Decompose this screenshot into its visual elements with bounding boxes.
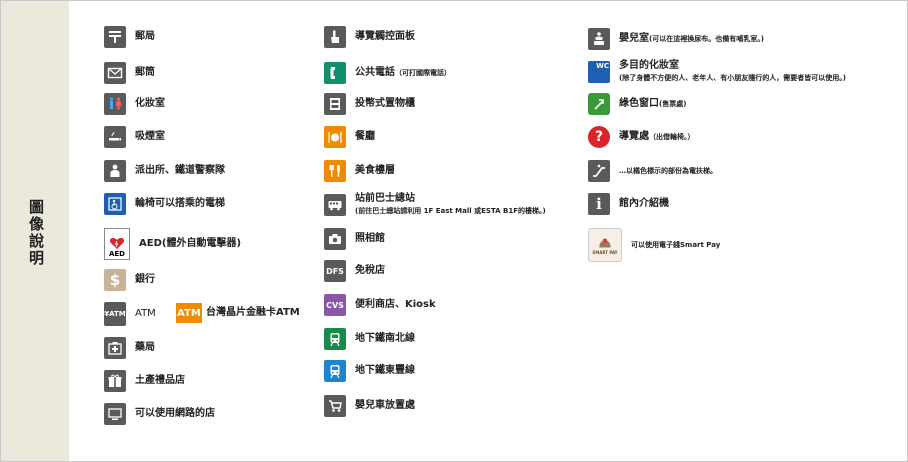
accessible-elevator-icon — [104, 193, 126, 215]
baby-room-icon — [588, 28, 610, 50]
legend-item-atm: ¥ATM ATM — [104, 302, 156, 326]
touch-panel-icon — [324, 26, 346, 48]
legend-item-souvenir: 土產禮品店 — [104, 370, 185, 392]
legend-item-baby-room: 嬰兒室(可以在這裡換尿布。也備有哺乳室。) — [588, 28, 764, 50]
legend-label: ATM — [135, 308, 156, 319]
legend-label: 台灣晶片金融卡ATM — [206, 307, 300, 318]
locker-icon — [324, 93, 346, 115]
legend-label: 投幣式置物櫃 — [355, 98, 415, 109]
legend-item-convenience-store: CVS 便利商店、Kiosk — [324, 294, 436, 316]
legend-item-smoking: 吸煙室 — [104, 126, 165, 148]
mail-icon — [104, 62, 126, 84]
legend-label: 美食樓層 — [355, 165, 395, 176]
legend-item-pharmacy: 藥局 — [104, 337, 155, 359]
legend-label: …以橘色標示的部份為電扶梯。 — [619, 167, 717, 175]
restaurant-icon — [324, 126, 346, 148]
legend-item-taiwan-atm: ATM 台灣晶片金融卡ATM — [176, 303, 300, 323]
legend-item-mailbox: 郵筒 — [104, 62, 155, 84]
legend-label: 派出所、鐵道警察隊 — [135, 165, 225, 176]
phone-icon — [324, 62, 346, 84]
legend-item-post-office: 郵局 — [104, 26, 155, 48]
restroom-icon — [104, 93, 126, 115]
info-icon: i — [588, 193, 610, 215]
help-icon: ? — [588, 126, 610, 148]
legend-label: 地下鐵南北線 — [355, 333, 415, 344]
computer-icon — [104, 403, 126, 425]
legend-label: 免稅店 — [355, 265, 385, 276]
smoking-icon — [104, 126, 126, 148]
legend-label: 照相館 — [355, 233, 385, 244]
legend-panel: 圖像說明 郵局 郵筒 化妝室 吸煙室 派出所、鐵道警察隊 輪椅可以搭乘的電梯 A… — [0, 0, 908, 462]
legend-sidebar: 圖像說明 — [1, 1, 69, 461]
green-window-icon — [588, 93, 610, 115]
legend-label: 公共電話（可打國際電話） — [355, 67, 451, 78]
legend-item-photo-studio: 照相館 — [324, 228, 385, 250]
legend-item-green-window: 綠色窗口(售票處) — [588, 93, 686, 115]
legend-item-stroller: 嬰兒車放置處 — [324, 395, 415, 417]
camera-icon — [324, 228, 346, 250]
legend-label: 導覽處（出借輪椅。） — [619, 131, 695, 142]
legend-item-bus-terminal: 站前巴士總站 (前往巴士總站請利用 1F East Mall 或ESTA B1F的… — [324, 193, 546, 217]
legend-label: AED(體外自動電擊器) — [139, 238, 242, 249]
legend-item-subway-toho: 地下鐵東豐線 — [324, 360, 415, 382]
legend-label: 可以使用網路的店 — [135, 408, 215, 419]
legend-label: 郵局 — [135, 31, 155, 42]
legend-item-smart-pay: SMART PAY 可以使用電子錢Smart Pay — [588, 228, 720, 262]
legend-label: 土產禮品店 — [135, 375, 185, 386]
legend-label: 輪椅可以搭乘的電梯 — [135, 198, 225, 209]
legend-label: 導覽觸控面板 — [355, 31, 415, 42]
legend-title: 圖像說明 — [27, 199, 45, 267]
legend-label: 銀行 — [135, 274, 155, 285]
subway-icon — [324, 360, 346, 382]
legend-label: 化妝室 — [135, 98, 165, 109]
legend-item-multipurpose-toilet: WC 多目的化妝室 (除了身體不方便的人、老年人、有小朋友隨行的人，需要者皆可以使… — [588, 60, 846, 84]
aed-icon: AED — [104, 228, 130, 260]
legend-label: 地下鐵東豐線 — [355, 365, 415, 376]
escalator-icon — [588, 160, 610, 182]
atm-icon: ¥ATM — [104, 302, 126, 326]
legend-item-subway-namboku: 地下鐵南北線 — [324, 328, 415, 350]
legend-item-restaurant: 餐廳 — [324, 126, 375, 148]
legend-item-escalator: …以橘色標示的部份為電扶梯。 — [588, 160, 717, 182]
legend-label: 站前巴士總站 (前往巴士總站請利用 1F East Mall 或ESTA B1F的… — [355, 193, 546, 215]
duty-free-icon: DFS — [324, 260, 346, 282]
legend-label: 吸煙室 — [135, 131, 165, 142]
legend-label: 餐廳 — [355, 131, 375, 142]
legend-item-information: ? 導覽處（出借輪椅。） — [588, 126, 695, 148]
legend-label: 多目的化妝室 (除了身體不方便的人、老年人、有小朋友隨行的人，需要者皆可以使用。) — [619, 60, 846, 82]
stroller-icon — [324, 395, 346, 417]
legend-item-aed: AED AED(體外自動電擊器) — [104, 228, 241, 260]
legend-item-public-phone: 公共電話（可打國際電話） — [324, 62, 451, 84]
legend-item-locker: 投幣式置物櫃 — [324, 93, 415, 115]
legend-item-bank: $ 銀行 — [104, 269, 155, 291]
police-icon — [104, 160, 126, 182]
legend-label: 嬰兒車放置處 — [355, 400, 415, 411]
legend-label: 便利商店、Kiosk — [355, 299, 436, 310]
legend-label: 館內介紹機 — [619, 198, 669, 209]
legend-item-restroom: 化妝室 — [104, 93, 165, 115]
gift-icon — [104, 370, 126, 392]
legend-item-police: 派出所、鐵道警察隊 — [104, 160, 225, 182]
legend-label: 嬰兒室(可以在這裡換尿布。也備有哺乳室。) — [619, 33, 764, 44]
legend-item-info-kiosk: i 館內介紹機 — [588, 193, 669, 215]
legend-label: 綠色窗口(售票處) — [619, 98, 687, 109]
bank-icon: $ — [104, 269, 126, 291]
taiwan-atm-icon: ATM — [176, 303, 202, 323]
legend-label: 可以使用電子錢Smart Pay — [631, 241, 721, 249]
legend-label: 郵筒 — [135, 67, 155, 78]
legend-item-touch-panel: 導覽觸控面板 — [324, 26, 415, 48]
bus-icon — [324, 194, 346, 216]
multipurpose-toilet-icon: WC — [588, 61, 610, 83]
post-office-icon — [104, 26, 126, 48]
pharmacy-icon — [104, 337, 126, 359]
legend-label: 藥局 — [135, 342, 155, 353]
convenience-store-icon: CVS — [324, 294, 346, 316]
legend-item-food-floor: 美食樓層 — [324, 160, 395, 182]
legend-item-duty-free: DFS 免稅店 — [324, 260, 385, 282]
smart-pay-icon: SMART PAY — [588, 228, 622, 262]
legend-item-accessible-elevator: 輪椅可以搭乘的電梯 — [104, 193, 225, 215]
subway-icon — [324, 328, 346, 350]
food-floor-icon — [324, 160, 346, 182]
legend-item-internet: 可以使用網路的店 — [104, 403, 215, 425]
